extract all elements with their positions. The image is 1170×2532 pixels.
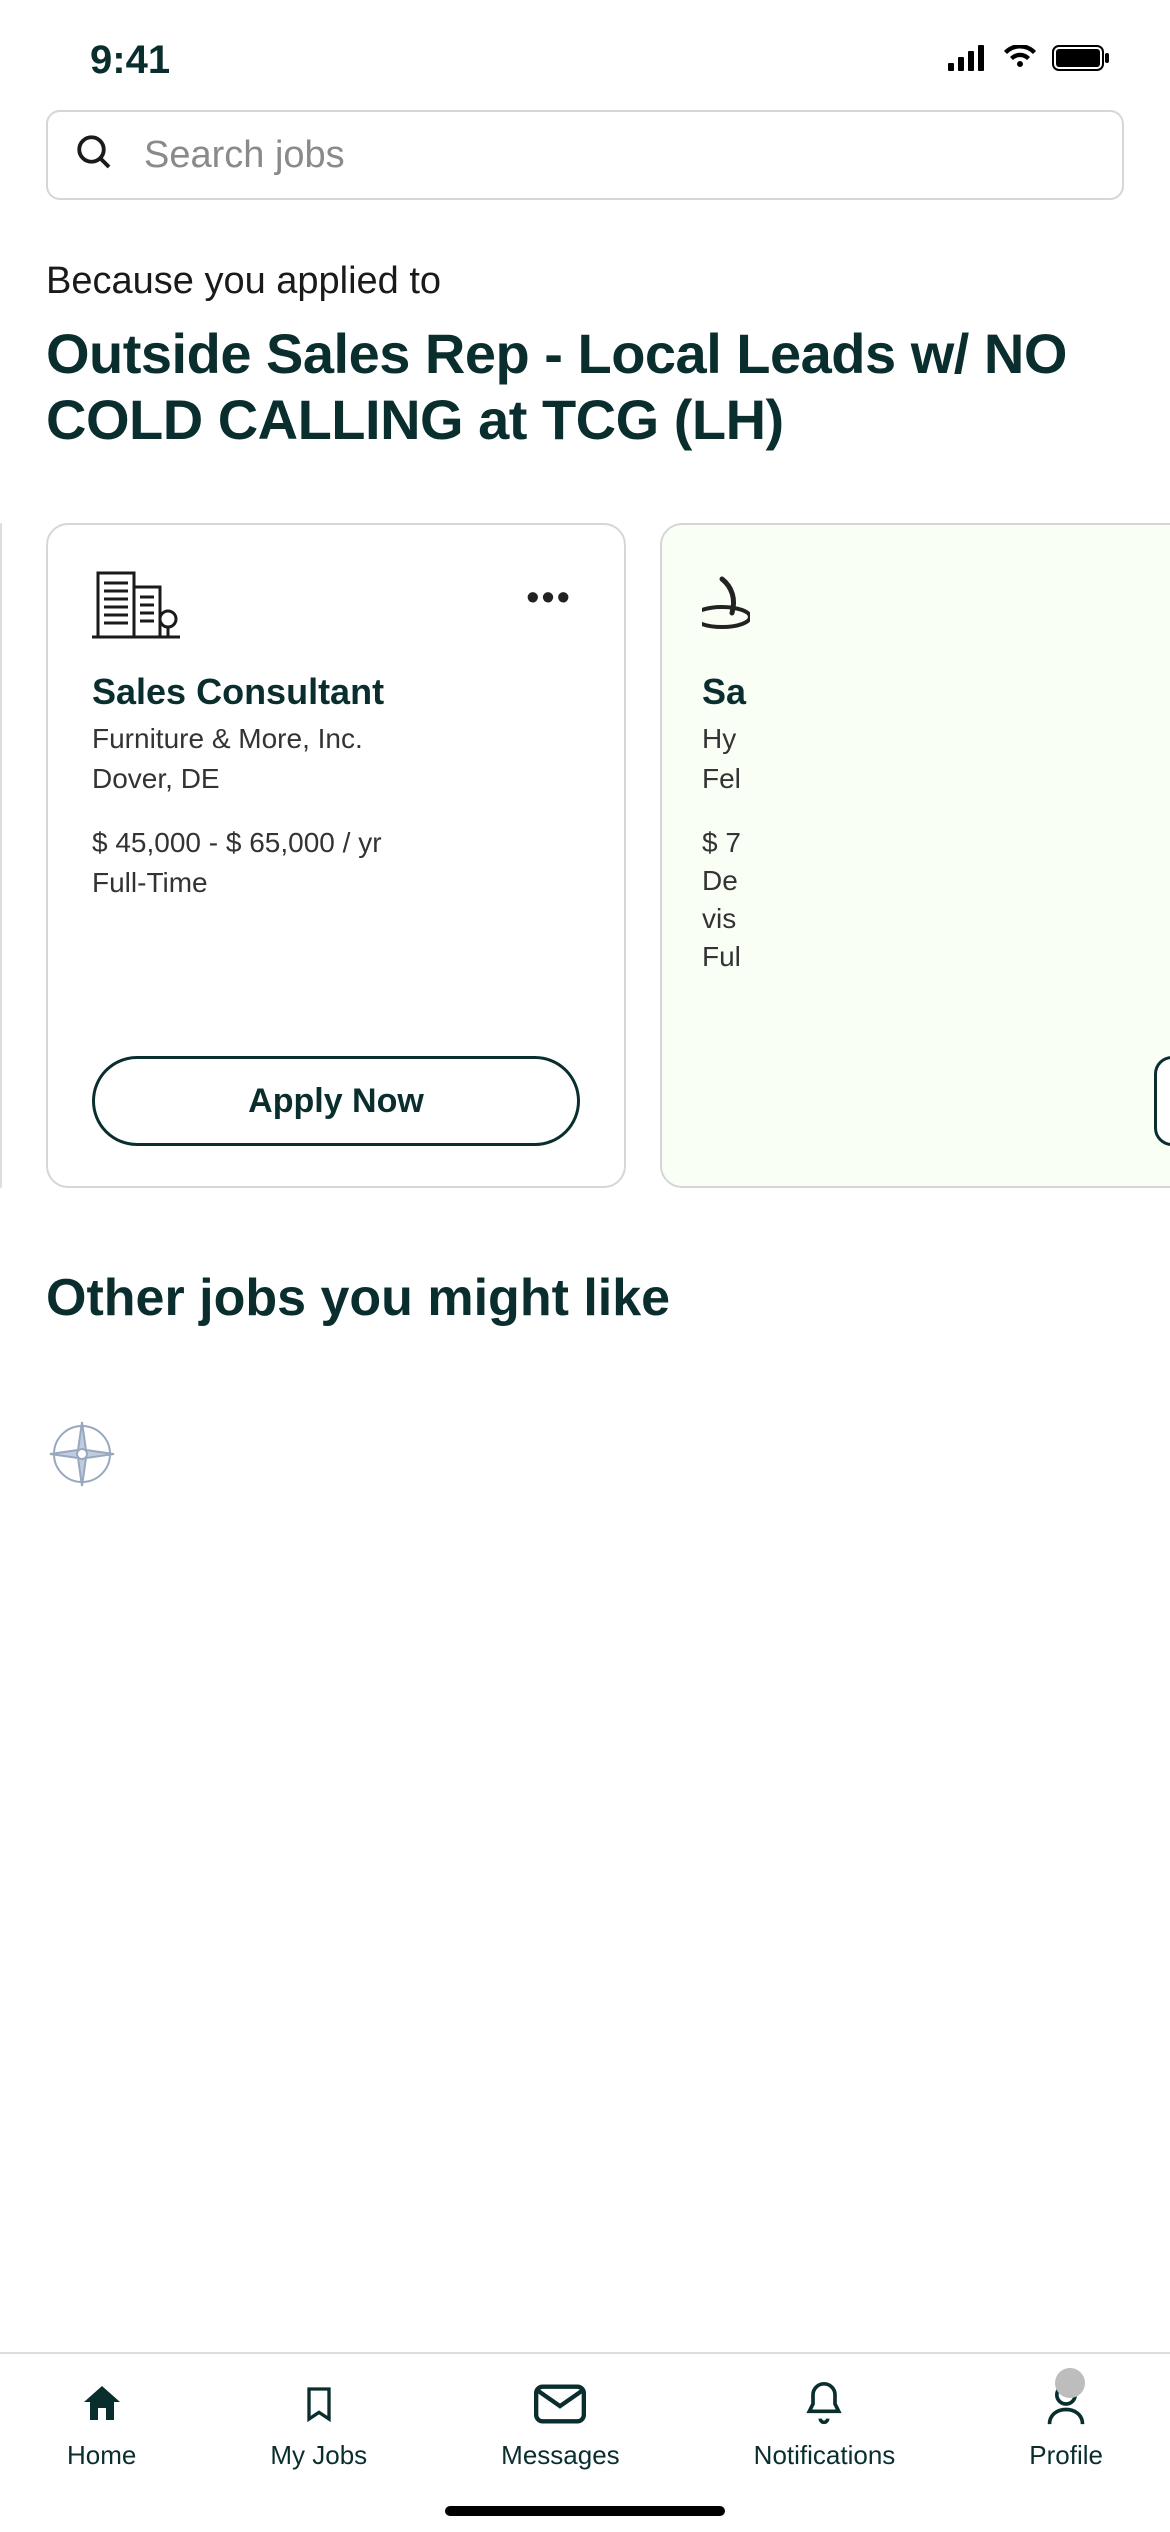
job-card[interactable]: ••• Sales Consultant Furniture & More, I…: [46, 523, 626, 1188]
company-building-icon: [92, 569, 182, 641]
job-location: Fel: [702, 763, 1170, 795]
nav-label: Notifications: [754, 2440, 896, 2471]
bottom-nav: Home My Jobs Messages Notifications Prof…: [0, 2352, 1170, 2532]
status-time: 9:41: [90, 38, 170, 83]
job-carousel[interactable]: ••• Sales Consultant Furniture & More, I…: [0, 483, 1170, 1188]
nav-messages[interactable]: Messages: [501, 2378, 620, 2471]
battery-icon: [1052, 45, 1110, 76]
nav-label: My Jobs: [270, 2440, 367, 2471]
nav-home[interactable]: Home: [67, 2378, 136, 2471]
job-type: Full-Time: [92, 867, 580, 899]
prev-card-hint[interactable]: [0, 523, 2, 1188]
nav-label: Home: [67, 2440, 136, 2471]
search-box[interactable]: [46, 110, 1124, 200]
job-title: Sa: [702, 671, 1170, 713]
home-icon: [76, 2378, 128, 2430]
job-desc-line: vis: [702, 903, 1170, 935]
bookmark-icon: [293, 2378, 345, 2430]
job-salary: $ 7: [702, 827, 1170, 859]
nav-label: Messages: [501, 2440, 620, 2471]
nav-notifications[interactable]: Notifications: [754, 2378, 896, 2471]
job-desc-line: De: [702, 865, 1170, 897]
job-company: Hy: [702, 723, 1170, 755]
compass-icon: [46, 1477, 118, 1494]
apply-button-next[interactable]: [1154, 1056, 1170, 1146]
apply-button[interactable]: Apply Now: [92, 1056, 580, 1146]
home-indicator[interactable]: [445, 2506, 725, 2516]
mail-icon: [534, 2378, 586, 2430]
company-logo-icon: [702, 569, 792, 641]
recommend-reason: Because you applied to: [46, 260, 1124, 303]
nav-myjobs[interactable]: My Jobs: [270, 2378, 367, 2471]
nav-profile[interactable]: Profile: [1029, 2378, 1103, 2471]
other-jobs-heading: Other jobs you might like: [0, 1188, 1170, 1338]
cellular-signal-icon: [948, 45, 988, 76]
recommend-title: Outside Sales Rep - Local Leads w/ NO CO…: [46, 321, 1124, 453]
status-bar: 9:41: [0, 0, 1170, 110]
bell-icon: [798, 2378, 850, 2430]
status-icons: [948, 45, 1110, 76]
job-salary: $ 45,000 - $ 65,000 / yr: [92, 827, 580, 859]
more-options-button[interactable]: •••: [518, 569, 580, 628]
job-card-next[interactable]: Sa Hy Fel $ 7 De vis Ful: [660, 523, 1170, 1188]
search-input[interactable]: [144, 134, 1096, 177]
notification-dot: [1055, 2368, 1085, 2398]
wifi-icon: [1002, 45, 1038, 76]
search-icon: [74, 132, 116, 179]
job-type: Ful: [702, 941, 1170, 973]
job-location: Dover, DE: [92, 763, 580, 795]
job-title: Sales Consultant: [92, 671, 580, 713]
job-company: Furniture & More, Inc.: [92, 723, 580, 755]
nav-label: Profile: [1029, 2440, 1103, 2471]
